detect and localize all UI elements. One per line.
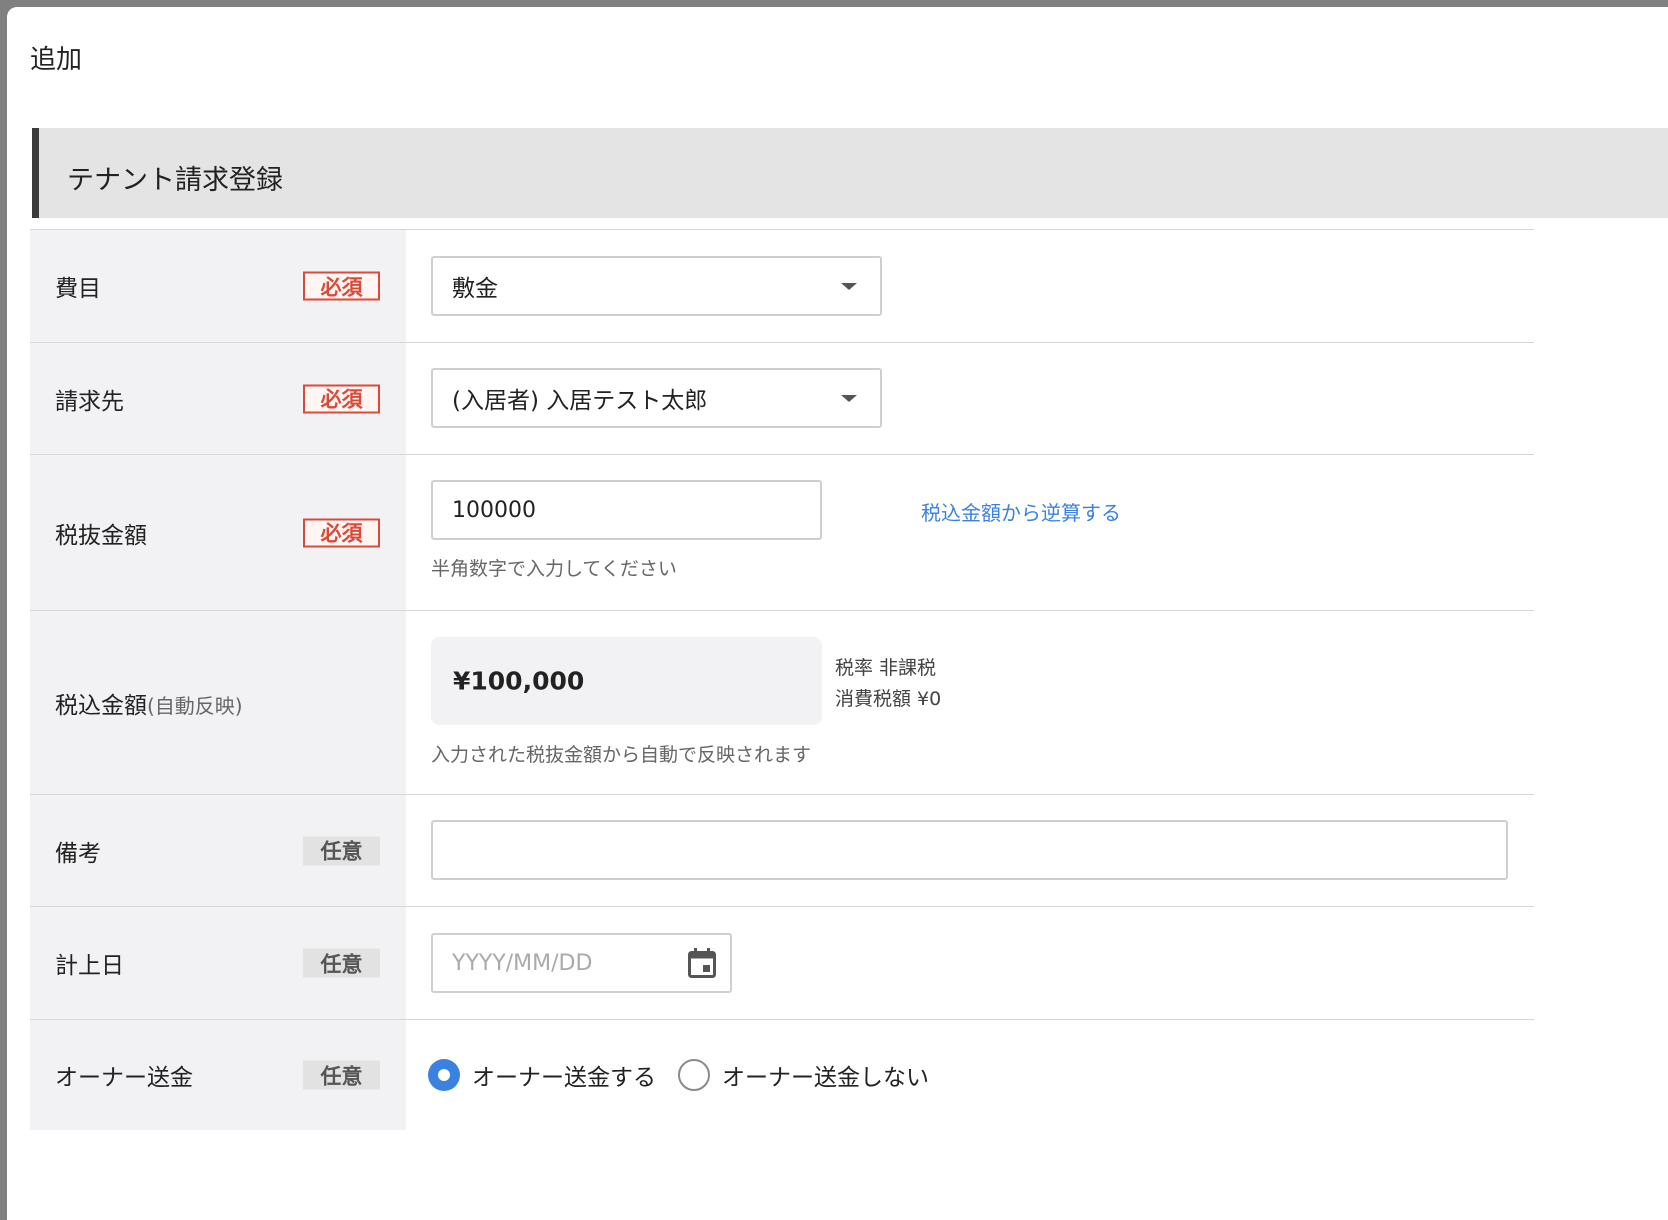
value-cell: オーナー送金する オーナー送金しない [406,1020,1534,1130]
amount-incl-tax-label-sub: (自動反映) [147,693,243,718]
value-cell: ¥100,000 税率 非課税 消費税額 ¥0 入力された税抜金額から自動で反映… [406,611,1534,794]
owner-remittance-yes-label: オーナー送金する [472,1065,656,1091]
required-badge: 必須 [303,518,380,547]
add-modal: 追加 テナント請求登録 費目 必須 敷金 請求先 必須 (入居者) 入居テスト太… [7,7,1668,1220]
billing-to-selected-value: (入居者) 入居テスト太郎 [452,388,708,414]
radio-checked-icon[interactable] [428,1059,460,1091]
amount-excl-tax-input[interactable] [431,480,822,540]
optional-badge: 任意 [303,948,380,978]
label-cell: オーナー送金 任意 [30,1020,406,1130]
value-cell: 敷金 [406,230,1534,342]
posting-date-label: 計上日 [55,953,124,979]
owner-remittance-no-label: オーナー送金しない [722,1065,929,1091]
optional-badge: 任意 [303,836,380,865]
amount-incl-tax-label-main: 税込金額 [55,692,147,719]
tenant-billing-form: 費目 必須 敷金 請求先 必須 (入居者) 入居テスト太郎 税抜金額 必須 10… [30,229,1534,1130]
form-row-amount-incl-tax: 税込金額(自動反映) ¥100,000 税率 非課税 消費税額 ¥0 入力された… [30,611,1534,795]
expense-item-select[interactable]: 敷金 [431,256,882,316]
section-header: テナント請求登録 [32,128,1668,218]
caret-down-icon [841,395,857,402]
amount-excl-tax-helper: 半角数字で入力してください [431,558,677,580]
reverse-calc-link[interactable]: 税込金額から逆算する [921,497,1121,526]
expense-item-label: 費目 [55,276,101,302]
required-badge: 必須 [303,384,380,413]
form-row-remarks: 備考 任意 [30,795,1534,907]
label-cell: 税込金額(自動反映) [30,611,406,794]
required-badge: 必須 [303,271,380,301]
radio-unchecked-icon[interactable] [678,1059,710,1091]
form-row-amount-excl-tax: 税抜金額 必須 税込金額から逆算する 半角数字で入力してください [30,455,1534,611]
label-cell: 税抜金額 必須 [30,455,406,610]
calendar-icon[interactable] [688,948,716,978]
modal-title: 追加 [30,45,83,75]
posting-date-input[interactable] [431,933,732,993]
form-row-expense-item: 費目 必須 敷金 [30,230,1534,343]
owner-remittance-no-option[interactable]: オーナー送金しない [678,1058,929,1092]
value-cell: (入居者) 入居テスト太郎 [406,343,1534,454]
owner-remittance-radio-group: オーナー送金する オーナー送金しない [428,1058,951,1092]
owner-remittance-yes-option[interactable]: オーナー送金する [428,1058,656,1092]
remarks-input[interactable] [431,820,1508,880]
optional-badge: 任意 [303,1060,380,1090]
owner-remittance-label: オーナー送金 [55,1065,193,1091]
remarks-label: 備考 [55,840,101,867]
tax-rate-text: 税率 非課税 [835,657,937,679]
section-title: テナント請求登録 [67,165,283,196]
amount-incl-tax-display: ¥100,000 [431,637,822,725]
form-row-billing-to: 請求先 必須 (入居者) 入居テスト太郎 [30,343,1534,455]
billing-to-label: 請求先 [55,388,124,415]
label-cell: 請求先 必須 [30,343,406,454]
label-cell: 費目 必須 [30,230,406,342]
amount-incl-tax-label: 税込金額(自動反映) [55,686,243,720]
label-cell: 計上日 任意 [30,907,406,1019]
billing-to-select[interactable]: (入居者) 入居テスト太郎 [431,368,882,428]
value-cell [406,907,1534,1019]
amount-incl-tax-value: ¥100,000 [453,666,585,696]
amount-incl-tax-helper: 入力された税抜金額から自動で反映されます [431,744,812,766]
amount-excl-tax-label: 税抜金額 [55,522,147,549]
expense-item-selected-value: 敷金 [452,276,498,302]
posting-date-picker [431,933,732,993]
value-cell [406,795,1534,906]
label-cell: 備考 任意 [30,795,406,906]
consumption-tax-text: 消費税額 ¥0 [835,688,942,710]
value-cell: 税込金額から逆算する 半角数字で入力してください [406,455,1534,610]
form-row-owner-remittance: オーナー送金 任意 オーナー送金する オーナー送金しない [30,1020,1534,1130]
form-row-posting-date: 計上日 任意 [30,907,1534,1020]
caret-down-icon [841,283,857,290]
